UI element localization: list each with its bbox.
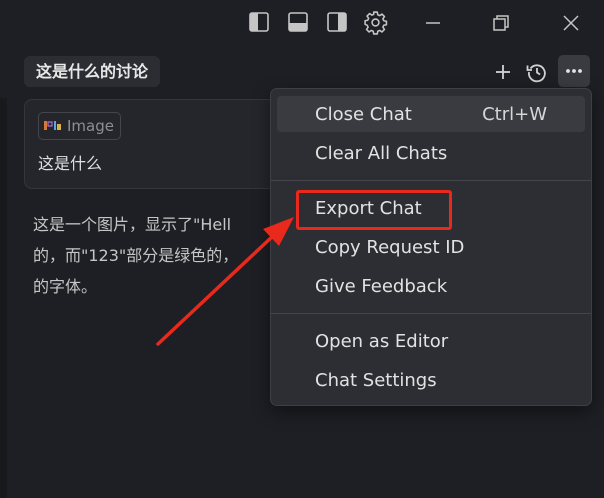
menu-separator [271,180,591,181]
menu-item-copy-request-id[interactable]: Copy Request ID [277,229,585,265]
user-message-text: 这是什么 [38,154,103,173]
close-icon [563,15,579,31]
response-line: 的，而"123"部分是绿色的， [33,246,239,265]
menu-separator [271,313,591,314]
chat-options-menu: Close Chat Ctrl+W Clear All Chats Export… [270,88,592,406]
more-icon [566,69,582,73]
menu-item-label: Chat Settings [315,369,437,391]
sidebar-left-icon [249,12,269,32]
gear-icon [364,11,388,35]
image-attachment[interactable]: Image [38,112,121,140]
left-panel-edge [0,98,7,498]
restore-button[interactable] [488,10,514,36]
settings-button[interactable] [363,10,388,35]
response-line: 的字体。 [33,277,98,296]
image-file-icon [43,119,63,133]
restore-icon [493,15,509,31]
menu-item-give-feedback[interactable]: Give Feedback [277,268,585,304]
menu-item-close-chat[interactable]: Close Chat Ctrl+W [277,96,585,132]
menu-item-label: Clear All Chats [315,142,448,164]
assistant-response: 这是一个图片，显示了"Hell 的，而"123"部分是绿色的， 的字体。 [33,209,283,302]
menu-item-label: Give Feedback [315,275,448,297]
chat-title[interactable]: 这是什么的讨论 [24,56,161,87]
new-chat-button[interactable] [490,59,516,85]
minimize-icon [426,22,440,24]
plus-icon [496,65,510,79]
menu-item-open-as-editor[interactable]: Open as Editor [277,323,585,359]
menu-item-label: Copy Request ID [315,236,465,258]
toggle-panel-button[interactable] [287,11,309,33]
menu-item-shortcut: Ctrl+W [482,103,547,125]
response-line: 这是一个图片，显示了"Hell [33,215,232,234]
panel-bottom-icon [288,12,308,32]
menu-item-clear-all-chats[interactable]: Clear All Chats [277,135,585,171]
highlight-box [296,190,452,230]
history-icon [526,64,546,83]
attachment-label: Image [67,117,114,135]
close-window-button[interactable] [557,9,585,37]
sidebar-right-icon [327,12,347,32]
menu-item-label: Close Chat [315,103,412,125]
chat-history-button[interactable] [524,59,550,85]
toggle-secondary-sidebar-button[interactable] [326,11,348,33]
menu-item-label: Open as Editor [315,330,449,352]
toggle-primary-sidebar-button[interactable] [248,11,270,33]
menu-item-chat-settings[interactable]: Chat Settings [277,362,585,398]
minimize-button[interactable] [420,10,446,36]
more-actions-button[interactable] [558,55,590,87]
